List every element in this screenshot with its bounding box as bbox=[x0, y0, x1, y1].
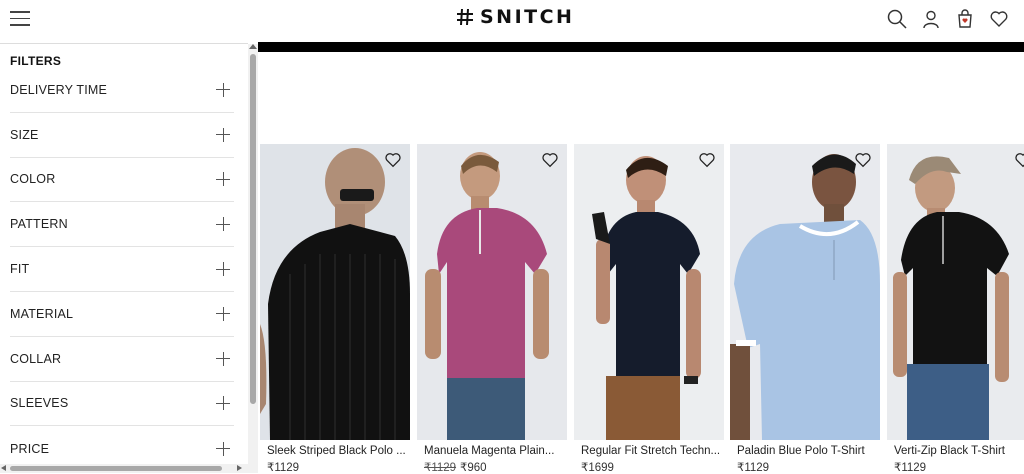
plus-icon[interactable] bbox=[216, 172, 230, 187]
site-header: SNITCH bbox=[0, 0, 1024, 40]
filter-color[interactable]: COLOR bbox=[10, 158, 234, 203]
plus-icon[interactable] bbox=[216, 82, 230, 97]
filter-label: MATERIAL bbox=[10, 306, 74, 321]
filters-heading: FILTERS bbox=[10, 54, 62, 68]
product-card[interactable]: Sleek Striped Black Polo ... ₹1129 bbox=[260, 144, 410, 474]
product-image[interactable] bbox=[574, 144, 724, 440]
product-card[interactable]: Regular Fit Stretch Techn... ₹1699 bbox=[574, 144, 724, 474]
current-price: ₹960 bbox=[460, 462, 487, 474]
original-price: ₹1129 bbox=[424, 462, 457, 474]
plus-icon[interactable] bbox=[216, 396, 230, 411]
product-image[interactable] bbox=[417, 144, 567, 440]
filter-label: COLLAR bbox=[10, 351, 62, 366]
filter-label: PATTERN bbox=[10, 217, 68, 232]
sidebar-horizontal-scrollbar[interactable] bbox=[0, 464, 258, 473]
product-price: ₹1129 bbox=[267, 460, 299, 474]
filter-label: FIT bbox=[10, 262, 30, 277]
scrollbar-thumb[interactable] bbox=[250, 54, 256, 404]
scrollbar-thumb[interactable] bbox=[10, 466, 222, 471]
filter-sleeves[interactable]: SLEEVES bbox=[10, 382, 234, 427]
filter-sidebar: FILTERS DELIVERY TIME SIZE COLOR PATTERN… bbox=[0, 44, 248, 473]
search-icon[interactable] bbox=[886, 8, 908, 30]
product-image[interactable] bbox=[887, 144, 1024, 440]
product-name[interactable]: Paladin Blue Polo T-Shirt bbox=[737, 445, 877, 457]
filter-fit[interactable]: FIT bbox=[10, 247, 234, 292]
product-image[interactable] bbox=[260, 144, 410, 440]
plus-icon[interactable] bbox=[216, 127, 230, 142]
product-card[interactable]: Paladin Blue Polo T-Shirt ₹1129 bbox=[730, 144, 880, 474]
plus-icon[interactable] bbox=[216, 441, 230, 456]
wishlist-heart-icon[interactable] bbox=[384, 151, 402, 169]
plus-icon[interactable] bbox=[216, 262, 230, 277]
user-icon[interactable] bbox=[920, 8, 942, 30]
filter-pattern[interactable]: PATTERN bbox=[10, 202, 234, 248]
plus-icon[interactable] bbox=[216, 306, 230, 321]
plus-icon[interactable] bbox=[216, 351, 230, 366]
wishlist-heart-icon[interactable] bbox=[854, 151, 872, 169]
product-image[interactable] bbox=[730, 144, 880, 440]
product-price: ₹1129 bbox=[737, 460, 769, 474]
current-price: ₹1129 bbox=[267, 462, 300, 474]
product-name[interactable]: Verti-Zip Black T-Shirt bbox=[894, 445, 1022, 457]
filter-label: PRICE bbox=[10, 441, 50, 456]
filter-label: DELIVERY TIME bbox=[10, 82, 108, 97]
wishlist-heart-icon[interactable] bbox=[541, 151, 559, 169]
cart-icon[interactable] bbox=[954, 8, 976, 30]
product-name[interactable]: Manuela Magenta Plain... bbox=[424, 445, 564, 457]
product-name[interactable]: Sleek Striped Black Polo ... bbox=[267, 445, 407, 457]
wishlist-heart-icon[interactable] bbox=[698, 151, 716, 169]
scroll-up-arrow-icon[interactable] bbox=[249, 44, 257, 49]
wishlist-icon[interactable] bbox=[988, 8, 1010, 30]
product-name[interactable]: Regular Fit Stretch Techn... bbox=[581, 445, 721, 457]
wishlist-heart-icon[interactable] bbox=[1014, 151, 1024, 169]
product-card[interactable]: Manuela Magenta Plain... ₹1129 ₹960 bbox=[417, 144, 567, 474]
promo-banner[interactable] bbox=[258, 42, 1024, 52]
product-price: ₹1699 bbox=[581, 460, 614, 474]
filter-label: SIZE bbox=[10, 127, 39, 142]
filter-delivery-time[interactable]: DELIVERY TIME bbox=[10, 68, 234, 113]
scroll-right-arrow-icon[interactable] bbox=[237, 465, 242, 471]
plus-icon[interactable] bbox=[216, 217, 230, 232]
product-card[interactable]: Verti-Zip Black T-Shirt ₹1129 bbox=[887, 144, 1024, 474]
current-price: ₹1699 bbox=[581, 462, 614, 474]
menu-icon[interactable] bbox=[10, 11, 30, 27]
scroll-left-arrow-icon[interactable] bbox=[1, 465, 6, 471]
filter-label: COLOR bbox=[10, 172, 56, 187]
filter-label: SLEEVES bbox=[10, 396, 69, 411]
hash-logo-icon bbox=[457, 8, 473, 26]
product-price: ₹1129 bbox=[894, 460, 926, 474]
product-price: ₹1129 ₹960 bbox=[424, 460, 487, 474]
filter-size[interactable]: SIZE bbox=[10, 113, 234, 158]
brand-logo[interactable]: SNITCH bbox=[455, 6, 574, 28]
current-price: ₹1129 bbox=[737, 462, 770, 474]
filter-material[interactable]: MATERIAL bbox=[10, 292, 234, 337]
sidebar-vertical-scrollbar[interactable] bbox=[248, 44, 258, 464]
filter-collar[interactable]: COLLAR bbox=[10, 337, 234, 382]
current-price: ₹1129 bbox=[894, 462, 927, 474]
brand-name: SNITCH bbox=[480, 6, 575, 28]
